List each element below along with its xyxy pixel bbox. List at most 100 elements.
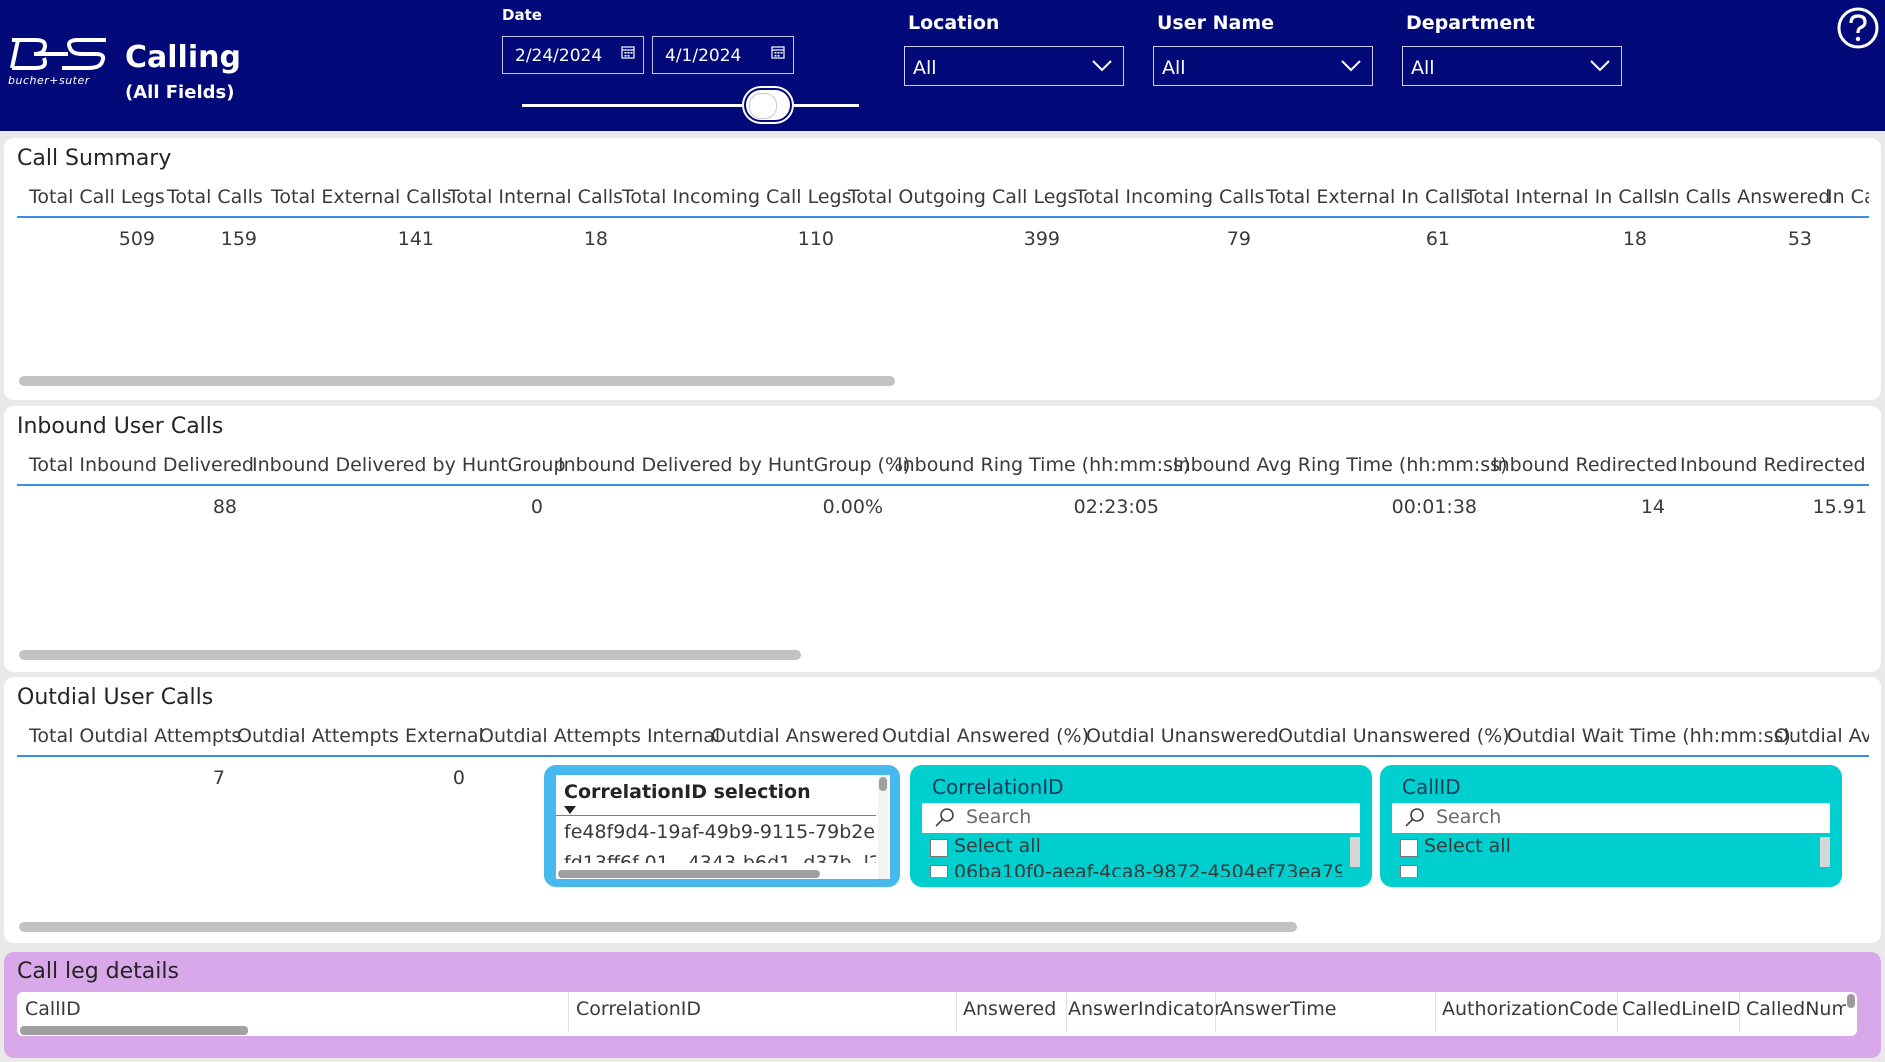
horizontal-scrollbar[interactable] xyxy=(19,922,1297,932)
outdial-user-calls-panel: Outdial User Calls Total Outdial Attempt… xyxy=(4,677,1881,943)
column-divider[interactable] xyxy=(1066,992,1067,1032)
table-cell: 18 xyxy=(583,228,608,250)
column-header[interactable]: Inbound Redirected xyxy=(1492,454,1678,476)
outdial-header-row: Total Outdial Attempts Outdial Attempts … xyxy=(17,717,1869,757)
column-header[interactable]: Total Call Legs xyxy=(29,186,165,208)
table-cell: 7 xyxy=(212,767,225,789)
call-leg-details-title: Call leg details xyxy=(17,959,179,984)
column-header[interactable]: Outdial Attempts External xyxy=(237,725,484,747)
table-cell: 0 xyxy=(452,767,465,789)
slicer-title: CallID xyxy=(1402,775,1461,799)
date-range-slider[interactable] xyxy=(522,104,859,107)
checkbox[interactable] xyxy=(1400,839,1418,857)
column-header[interactable]: Total Outdial Attempts xyxy=(29,725,241,747)
list-item[interactable]: 06ba10f0-aeaf-4ca8-9872-4504ef73ea79 xyxy=(922,861,1342,877)
call-summary-data-row: 509 159 141 18 110 399 79 61 18 53 xyxy=(17,222,1869,258)
column-divider[interactable] xyxy=(568,992,569,1032)
correlation-selection-table: CorrelationID selection fe48f9d4-19af-49… xyxy=(556,775,890,879)
table-cell: 18 xyxy=(1622,228,1647,250)
column-header[interactable]: Inbound Ring Time (hh:mm:ss) xyxy=(897,454,1190,476)
calendar-icon[interactable] xyxy=(771,45,785,59)
column-header[interactable]: CalledNumb xyxy=(1746,998,1846,1020)
callid-search-input[interactable]: Search xyxy=(1392,803,1830,833)
column-header[interactable]: Answered xyxy=(963,998,1056,1020)
end-date-input[interactable]: 4/1/2024 xyxy=(652,36,794,74)
start-date-value: 2/24/2024 xyxy=(515,46,603,66)
column-header[interactable]: Outdial Unanswered (%) xyxy=(1278,725,1510,747)
vertical-scrollbar[interactable] xyxy=(879,777,887,791)
sort-down-icon[interactable] xyxy=(564,806,576,814)
column-header[interactable]: Outdial Answered xyxy=(711,725,879,747)
column-header[interactable]: Inbound Delivered by HuntGroup (%) xyxy=(558,454,910,476)
column-header[interactable]: In Ca xyxy=(1827,186,1869,208)
column-header[interactable]: Inbound Redirected (% xyxy=(1680,454,1869,476)
table-cell: 53 xyxy=(1787,228,1812,250)
vertical-scrollbar[interactable] xyxy=(1820,837,1830,867)
outdial-title: Outdial User Calls xyxy=(17,685,214,710)
column-header[interactable]: Total Inbound Delivered xyxy=(29,454,254,476)
column-header[interactable]: CalledLineID xyxy=(1622,998,1741,1020)
start-date-input[interactable]: 2/24/2024 xyxy=(502,36,644,74)
column-header[interactable]: Total Calls xyxy=(167,186,263,208)
horizontal-scrollbar[interactable] xyxy=(558,870,820,878)
table-cell: 399 xyxy=(1023,228,1060,250)
checkbox[interactable] xyxy=(930,839,948,857)
column-header[interactable]: Inbound Delivered by HuntGroup xyxy=(252,454,566,476)
help-icon[interactable] xyxy=(1836,6,1880,50)
correlation-search-input[interactable]: Search xyxy=(922,803,1360,833)
logo-text: bucher+suter xyxy=(8,74,90,87)
checkbox-label: Select all xyxy=(1424,835,1511,857)
vertical-scrollbar[interactable] xyxy=(1350,837,1360,867)
user-name-selected-value: All xyxy=(1162,57,1186,79)
checkbox[interactable] xyxy=(930,865,948,877)
list-item[interactable] xyxy=(1392,861,1812,877)
column-header[interactable]: Total Incoming Calls xyxy=(1075,186,1264,208)
column-header[interactable]: AnswerTime xyxy=(1220,998,1336,1020)
column-divider[interactable] xyxy=(956,992,957,1032)
column-header[interactable]: Outdial Answered (%) xyxy=(882,725,1089,747)
column-divider[interactable] xyxy=(1739,992,1740,1032)
column-header[interactable]: Outdial Unanswered xyxy=(1086,725,1279,747)
column-header[interactable]: AnswerIndicator xyxy=(1068,998,1222,1020)
company-logo: bucher+suter xyxy=(8,36,110,87)
vertical-scrollbar[interactable] xyxy=(1847,994,1855,1008)
column-header[interactable]: CorrelationID xyxy=(576,998,701,1020)
date-slider-handle[interactable] xyxy=(744,88,792,122)
horizontal-scrollbar[interactable] xyxy=(19,376,895,386)
horizontal-scrollbar[interactable] xyxy=(19,650,801,660)
horizontal-scrollbar[interactable] xyxy=(20,1026,248,1035)
select-all-checkbox[interactable]: Select all xyxy=(1392,835,1812,861)
column-divider[interactable] xyxy=(1215,992,1216,1032)
checkbox[interactable] xyxy=(1400,865,1418,877)
list-item[interactable]: fe48f9d4-19af-49b9-9115-79b2ee27 xyxy=(564,821,876,843)
column-header[interactable]: Total External In Calls xyxy=(1266,186,1470,208)
column-header[interactable]: Outdial Wait Time (hh:mm:ss) xyxy=(1507,725,1791,747)
department-selected-value: All xyxy=(1411,57,1435,79)
column-header[interactable]: Total External Calls xyxy=(271,186,452,208)
column-header[interactable]: Outdial Av xyxy=(1774,725,1869,747)
calendar-icon[interactable] xyxy=(621,45,635,59)
call-id-slicer: CallID Search Select all xyxy=(1380,765,1842,887)
logo-mark-icon xyxy=(10,38,106,70)
date-filter-label: Date xyxy=(502,6,542,24)
column-header[interactable]: Total Incoming Call Legs xyxy=(622,186,851,208)
department-dropdown[interactable]: All xyxy=(1402,46,1622,86)
column-divider[interactable] xyxy=(1435,992,1436,1032)
user-name-dropdown[interactable]: All xyxy=(1153,46,1373,86)
correlation-selection-title[interactable]: CorrelationID selection xyxy=(564,781,811,803)
column-header[interactable]: Total Internal Calls xyxy=(448,186,623,208)
call-leg-details-panel: Call leg details CallID CorrelationID An… xyxy=(4,952,1881,1058)
list-item[interactable]: fd13ff6f-01..-4343-b6d1..d37b..l26 xyxy=(564,849,876,863)
column-header[interactable]: CallID xyxy=(25,998,81,1020)
call-summary-panel: Call Summary Total Call Legs Total Calls… xyxy=(4,138,1881,400)
column-divider[interactable] xyxy=(1617,992,1618,1032)
column-header[interactable]: In Calls Answered xyxy=(1662,186,1830,208)
select-all-checkbox[interactable]: Select all xyxy=(922,835,1342,861)
column-header[interactable]: Outdial Attempts Internal xyxy=(479,725,720,747)
location-dropdown[interactable]: All xyxy=(904,46,1124,86)
checkbox-label: Select all xyxy=(954,835,1041,857)
column-header[interactable]: Inbound Avg Ring Time (hh:mm:ss) xyxy=(1173,454,1507,476)
column-header[interactable]: Total Outgoing Call Legs xyxy=(848,186,1077,208)
column-header[interactable]: AuthorizationCode xyxy=(1442,998,1618,1020)
column-header[interactable]: Total Internal In Calls xyxy=(1465,186,1664,208)
